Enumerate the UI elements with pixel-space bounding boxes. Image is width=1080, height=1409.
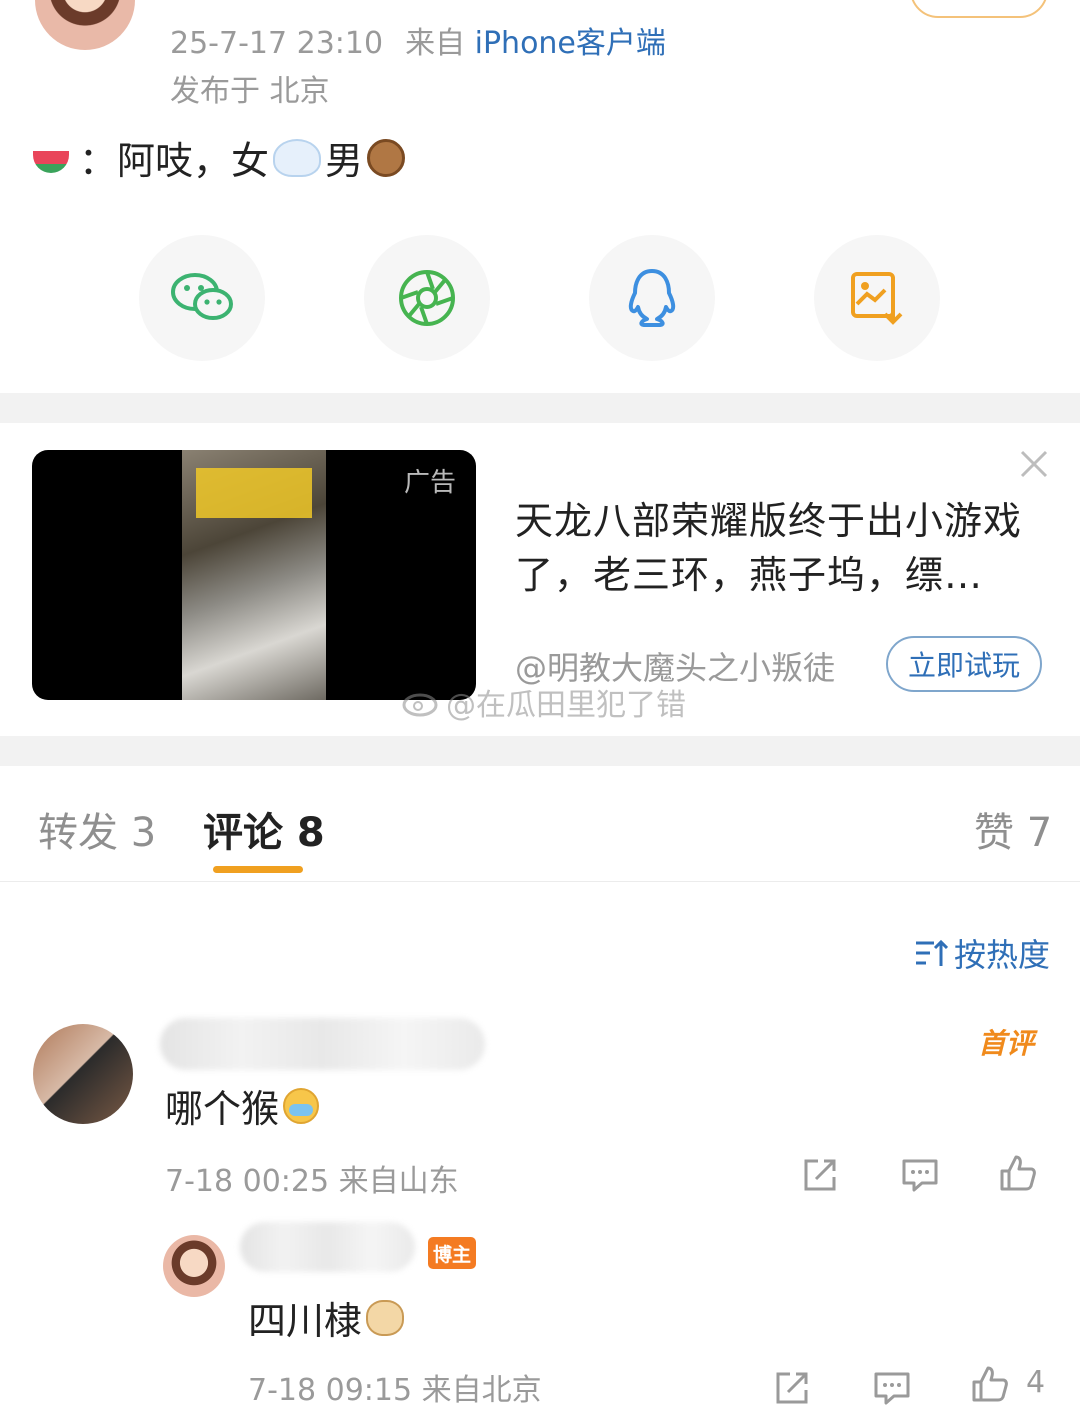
ad-badge: 广告 [403, 468, 456, 498]
tab-likes[interactable]: 赞 7 [974, 800, 1052, 858]
ad-image [182, 450, 326, 700]
section-divider [0, 393, 1080, 423]
active-tab-indicator [213, 866, 303, 873]
ad-title[interactable]: 天龙八部荣耀版终于出小游戏了，老三环，燕子坞，缥… [515, 494, 1045, 602]
cat-emoji [366, 1299, 405, 1336]
wechat-icon [171, 273, 233, 320]
tab-reposts[interactable]: 转发 3 [38, 800, 156, 858]
watermelon-emoji [33, 150, 69, 173]
qq-icon [628, 269, 676, 327]
watermark-text: @在瓜田里犯了错 [446, 688, 686, 723]
save-image-icon [851, 272, 903, 325]
post-text-part-a: ：阿吱，女 [79, 139, 270, 183]
post-source[interactable]: iPhone客户端 [475, 26, 666, 61]
share-qq-button[interactable] [589, 235, 715, 361]
share-icon[interactable] [800, 1155, 840, 1195]
tabs-divider [0, 881, 1080, 882]
save-image-button[interactable] [814, 235, 940, 361]
monkey-emoji [367, 138, 406, 177]
sort-icon [916, 939, 948, 966]
post-meta: 25-7-17 23:10 来自 iPhone客户端 [170, 18, 666, 62]
crying-emoji [283, 1087, 320, 1124]
post-text-part-b: 男 [325, 139, 364, 183]
comment-text: 哪个猴 [165, 1078, 320, 1133]
post-text: ：阿吱，女 男 [33, 130, 406, 185]
comment-meta: 7-18 00:25 来自山东 [165, 1164, 459, 1199]
reply-text: 四川棣 [248, 1290, 405, 1345]
reply-meta: 7-18 09:15 来自北京 [248, 1373, 542, 1408]
sort-toggle[interactable]: 按热度 [914, 930, 1050, 976]
commenter-name-blurred[interactable] [160, 1018, 485, 1070]
try-now-button[interactable]: 立即试玩 [886, 636, 1042, 692]
reply-author-avatar[interactable] [163, 1235, 225, 1297]
author-avatar[interactable] [35, 0, 135, 50]
reply-like-icon[interactable] [970, 1364, 1010, 1404]
watermark: @在瓜田里犯了错 [402, 680, 686, 724]
share-wechat-button[interactable] [139, 235, 265, 361]
follow-button[interactable] [910, 0, 1048, 18]
reply-share-icon[interactable] [772, 1368, 812, 1408]
swan-emoji [273, 138, 322, 177]
share-moments-button[interactable] [364, 235, 490, 361]
reply-comment-icon[interactable] [872, 1368, 912, 1408]
tab-comments[interactable]: 评论 8 [203, 800, 325, 858]
commenter-avatar[interactable] [33, 1024, 133, 1124]
weibo-logo-icon [402, 693, 438, 717]
post-location: 发布于 北京 [170, 74, 330, 109]
ad-video-thumbnail[interactable]: 广告 [32, 450, 476, 700]
section-divider-2 [0, 736, 1080, 766]
comment-icon[interactable] [900, 1155, 940, 1195]
blogger-badge: 博主 [428, 1237, 476, 1269]
moments-icon [399, 270, 455, 326]
post-time: 25-7-17 23:10 [170, 26, 384, 61]
sort-label: 按热度 [954, 936, 1051, 974]
source-prefix: 来自 [405, 26, 466, 61]
reply-like-count: 4 [1026, 1365, 1046, 1400]
like-icon[interactable] [998, 1153, 1038, 1193]
first-comment-badge: 首评 [978, 1027, 1035, 1060]
close-icon[interactable] [1016, 446, 1052, 482]
reply-author-name-blurred[interactable] [240, 1222, 415, 1272]
